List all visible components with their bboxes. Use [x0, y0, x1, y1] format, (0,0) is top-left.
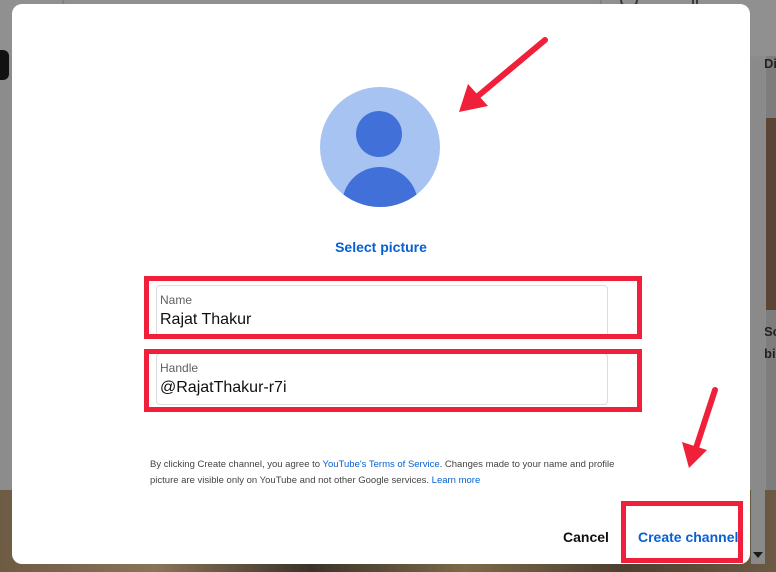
arrow-to-create-button-icon: [682, 387, 718, 468]
annotation-arrows: [459, 37, 718, 468]
arrow-to-avatar-icon: [459, 37, 548, 112]
